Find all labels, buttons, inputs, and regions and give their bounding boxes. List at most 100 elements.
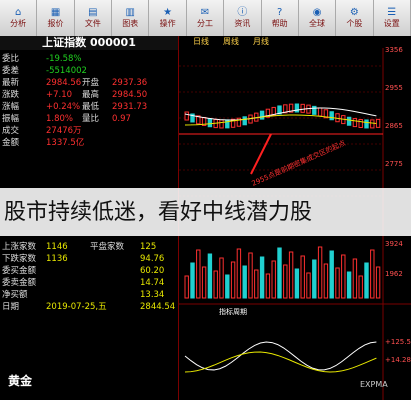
volume-bar — [213, 270, 218, 299]
volume-bar — [306, 272, 311, 299]
volume-bar — [230, 261, 236, 299]
quote-row: 成交 27476万 — [0, 126, 178, 137]
volume-bar — [335, 267, 340, 299]
volume-bar — [294, 268, 300, 299]
market-cell: 1136 — [46, 254, 68, 264]
toolbar-label: 图表 — [122, 18, 139, 28]
volume-bar — [317, 246, 323, 299]
quote-cell: 涨跌 — [2, 90, 20, 100]
toolbar: ⌂ 分析 ▦ 报价 ▤ 文件 ▥ 图表 ★ 操作 ✉ 分工 ⓘ 资讯? 帮助 ◉ 全球 ⚙ 个股 ☰ 设置 — [0, 0, 411, 37]
price-tick: 2955 — [385, 84, 403, 92]
toolbar-button-2[interactable]: ▤ 文件 — [75, 0, 113, 36]
quote-cell: 最低 — [82, 102, 100, 112]
indicator-label: +14.28 — [385, 356, 411, 364]
quote-cell: +7.10 — [46, 90, 73, 100]
quote-cell: 委差 — [2, 66, 20, 76]
candle — [346, 116, 352, 126]
toolbar-button-0[interactable]: ⌂ 分析 — [0, 0, 38, 36]
arrow-line — [250, 133, 272, 175]
toolbar-label: 全球 — [309, 18, 326, 28]
setting-icon: ⚙ — [349, 6, 359, 18]
candle — [352, 118, 358, 128]
toolbar-label: 分析 — [10, 18, 27, 28]
headline-banner: 股市持续低迷，看好中线潜力股 — [0, 188, 411, 236]
doc-icon: ▤ — [88, 6, 98, 18]
candle — [184, 111, 189, 121]
toolbar-button-6[interactable]: ⓘ 资讯 — [224, 0, 262, 36]
price-tick: 2775 — [385, 160, 403, 168]
candle — [259, 110, 265, 120]
market-cell: 日期 — [2, 302, 20, 312]
market-row: 委卖金额 14.74 — [0, 278, 178, 289]
toolbar-button-3[interactable]: ▥ 图表 — [112, 0, 150, 36]
quote-cell: 成交 — [2, 126, 20, 136]
indicator-line — [184, 351, 377, 373]
star-icon: ★ — [163, 6, 173, 18]
quote-row: 委差 -5514002 — [0, 66, 178, 77]
volume-bar — [254, 269, 259, 299]
market-cell: 委买金额 — [2, 266, 37, 276]
quote-cell: 最高 — [82, 90, 100, 100]
volume-bar — [190, 262, 195, 299]
candle — [375, 118, 381, 128]
toolbar-button-8[interactable]: ◉ 全球 — [299, 0, 337, 36]
price-tick: 2865 — [385, 122, 403, 130]
candle — [207, 118, 213, 128]
market-cell: 94.76 — [140, 254, 165, 264]
volume-bar — [277, 247, 282, 299]
quote-cell: 1337.5亿 — [46, 138, 85, 148]
indicator-label: 指标周期 — [219, 307, 247, 316]
quote-cell: 2984.50 — [112, 90, 148, 100]
market-cell: 1146 — [46, 242, 68, 252]
market-row: 委买金额 60.20 — [0, 266, 178, 277]
volume-bar — [323, 263, 329, 299]
quote-cell: -5514002 — [46, 66, 87, 76]
price-tick: 3356 — [385, 46, 403, 54]
volume-tick: 3924 — [385, 240, 403, 248]
expma-label: EXPMA — [360, 380, 388, 389]
volume-bar — [248, 252, 253, 299]
market-row: 下跌家数 1136 94.76 — [0, 254, 178, 265]
toolbar-button-5[interactable]: ✉ 分工 — [187, 0, 225, 36]
mail-icon: ✉ — [200, 6, 210, 18]
volume-tick: 1962 — [385, 270, 403, 278]
volume-bar — [236, 248, 242, 299]
toolbar-label: 设置 — [383, 18, 400, 28]
volume-bar — [341, 254, 346, 299]
volume-bar — [288, 251, 294, 299]
quote-cell: 振幅 — [2, 114, 20, 124]
candle — [294, 103, 300, 113]
quote-cell: 2937.36 — [112, 78, 148, 88]
quote-cell: 金额 — [2, 138, 20, 148]
stock-title: 上证指数 000001 — [0, 36, 178, 50]
volume-bar — [370, 249, 375, 299]
volume-bar — [184, 275, 189, 299]
toolbar-button-10[interactable]: ☰ 设置 — [374, 0, 411, 36]
toolbar-label: 帮助 — [271, 18, 288, 28]
volume-bar — [201, 266, 207, 299]
volume-bar — [312, 259, 317, 299]
quote-cell: 27476万 — [46, 126, 82, 136]
quote-cell: 2931.73 — [112, 102, 148, 112]
candle — [317, 107, 323, 117]
toolbar-button-1[interactable]: ▦ 报价 — [37, 0, 75, 36]
toolbar-button-7[interactable]: ? 帮助 — [262, 0, 299, 36]
volume-bar — [225, 274, 230, 299]
quote-cell: 量比 — [82, 114, 100, 124]
volume-bar — [358, 275, 363, 299]
quote-cell: 开盘 — [82, 78, 100, 88]
volume-bar — [364, 262, 369, 299]
info-icon: ⓘ — [237, 6, 248, 18]
market-cell: 13.34 — [140, 290, 165, 300]
market-cell: 60.20 — [140, 266, 165, 276]
quote-cell: -19.58% — [46, 54, 82, 64]
market-cell: 委卖金额 — [2, 278, 37, 288]
toolbar-button-9[interactable]: ⚙ 个股 — [336, 0, 374, 36]
indicator-label: +125.5 — [385, 338, 411, 346]
candle — [242, 116, 247, 126]
toolbar-button-4[interactable]: ★ 操作 — [149, 0, 187, 36]
quote-row: 委比 -19.58% — [0, 54, 178, 65]
watermark-text: 黄金 — [8, 374, 33, 388]
candle — [312, 105, 317, 115]
quote-cell: 委比 — [2, 54, 20, 64]
